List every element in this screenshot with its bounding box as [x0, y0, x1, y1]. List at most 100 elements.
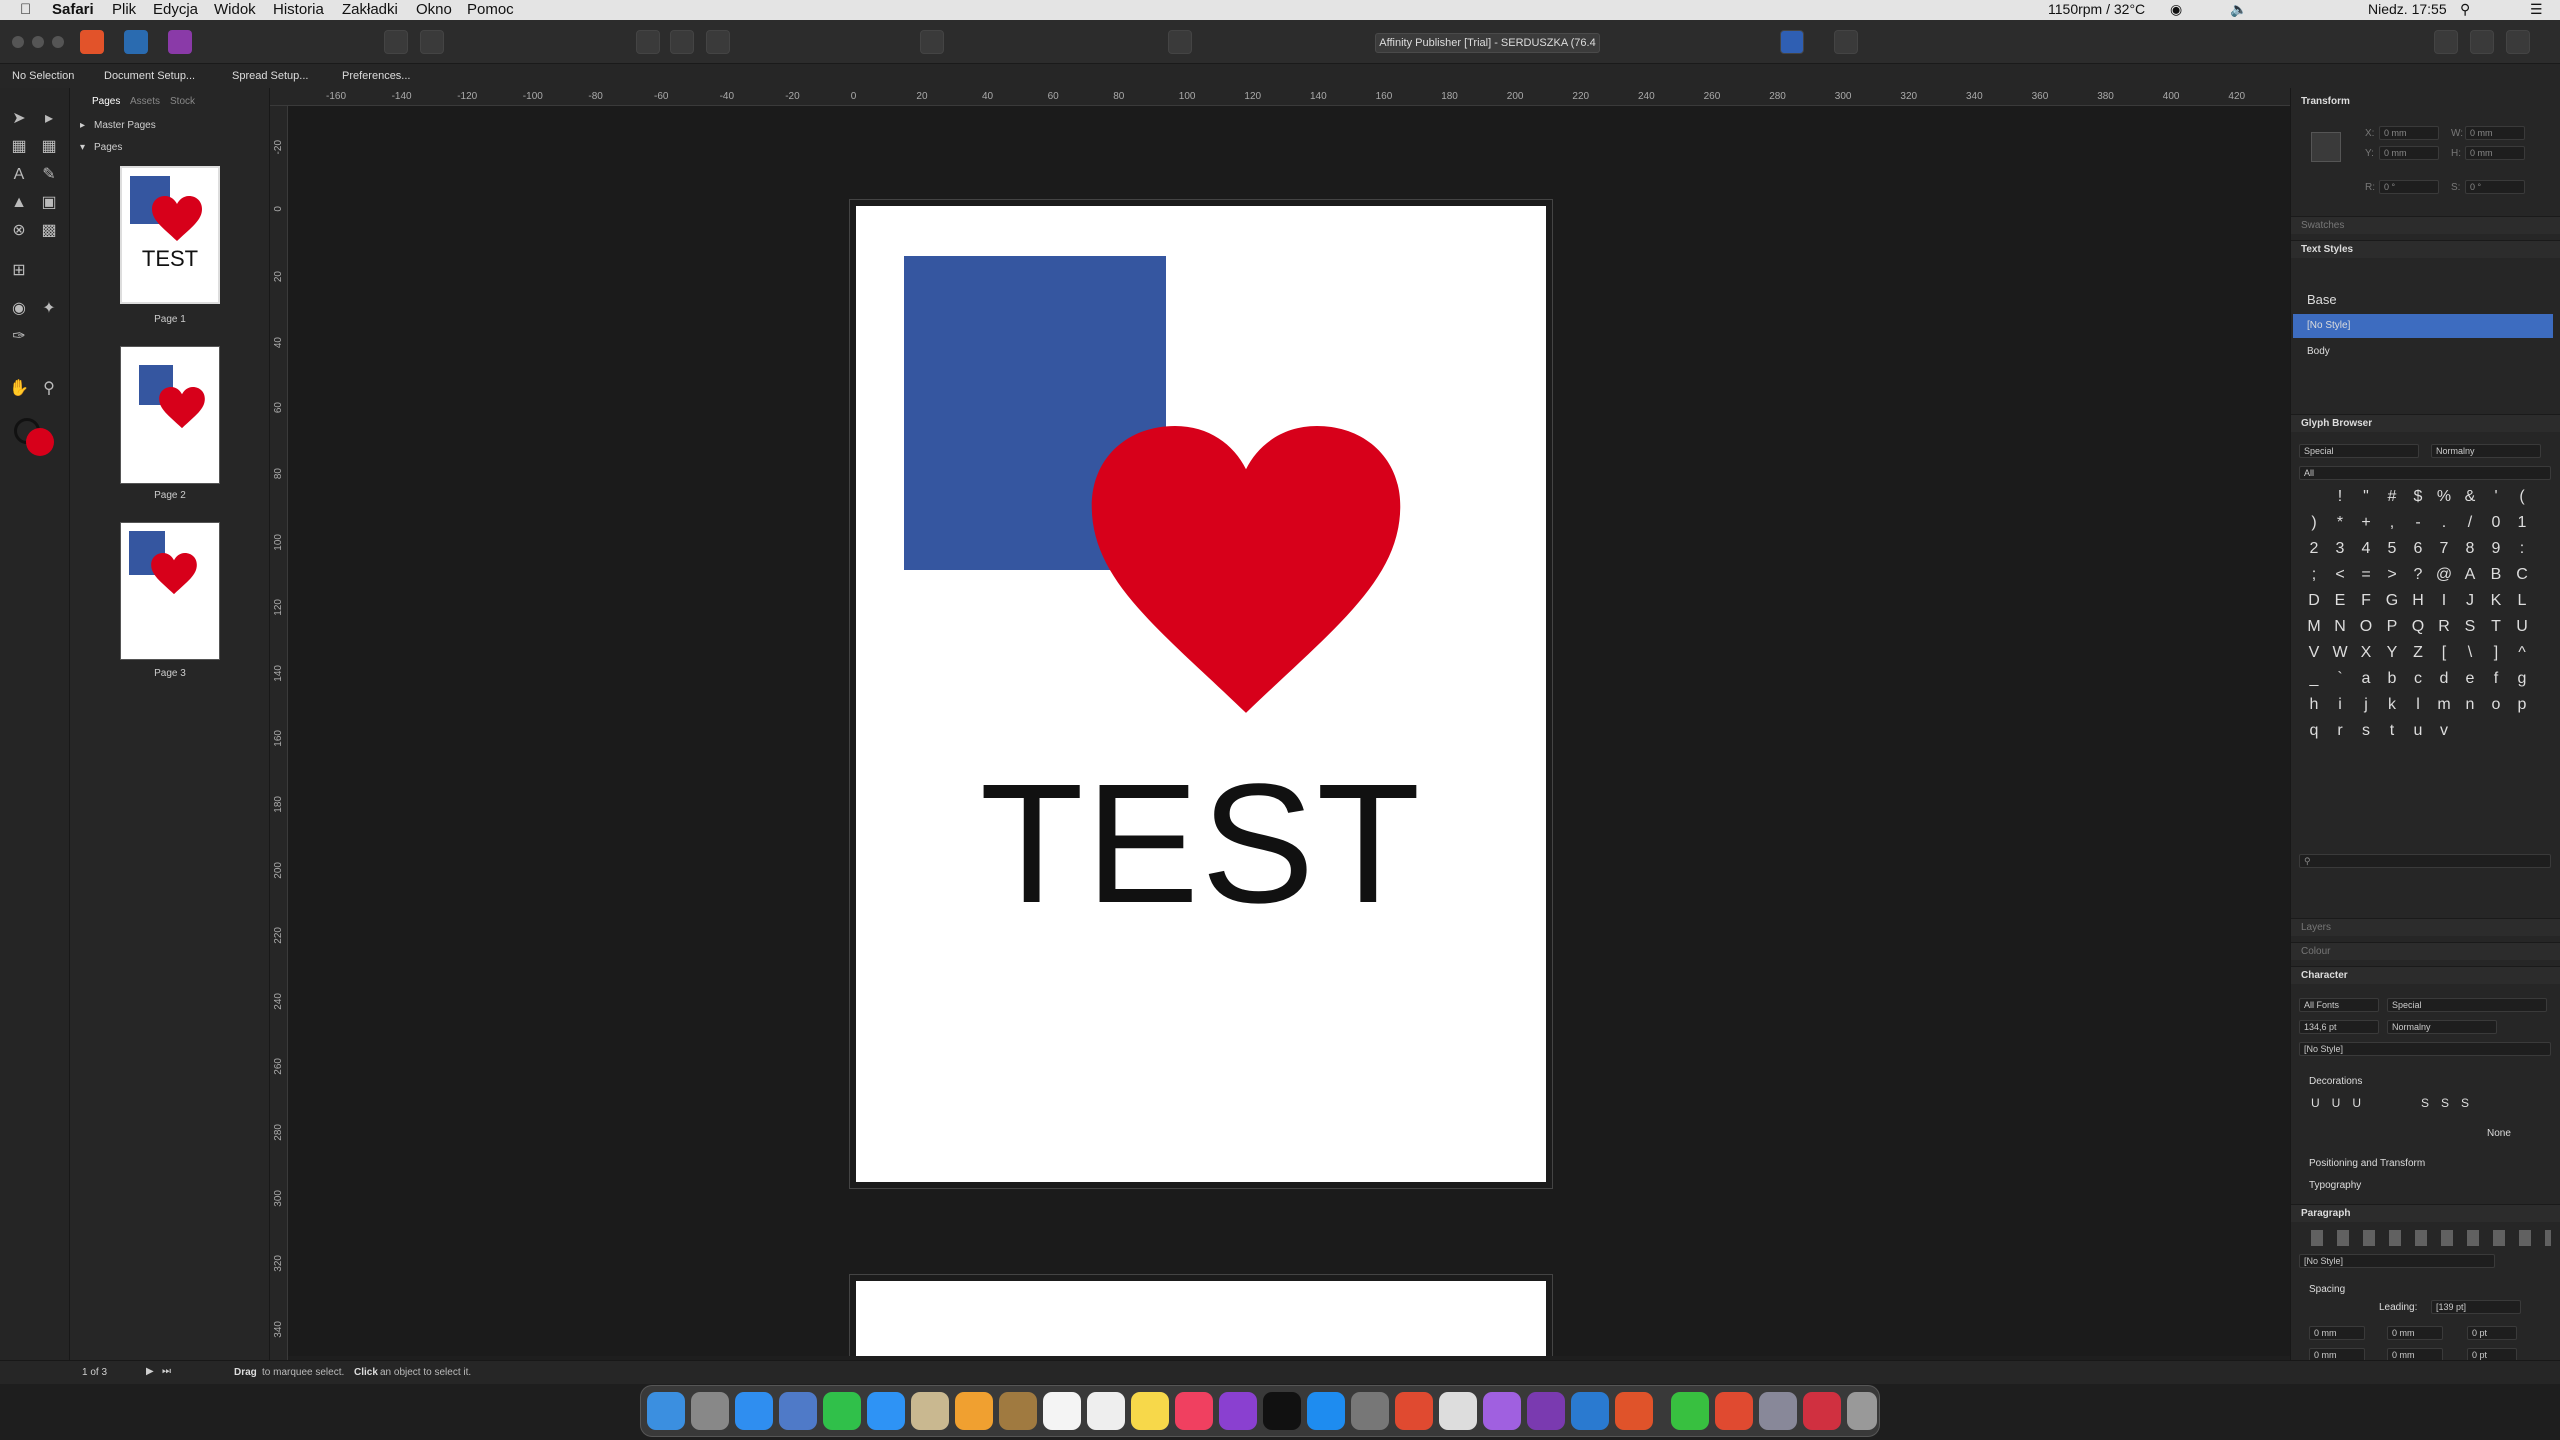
chrome-2-icon[interactable] [1715, 1392, 1753, 1430]
fill-icon[interactable] [1834, 30, 1858, 54]
glyph-cell[interactable]: Q [2405, 618, 2431, 636]
document-setup-button[interactable]: Document Setup... [104, 70, 195, 82]
glyph-search-field[interactable]: ⚲ [2299, 854, 2551, 868]
search-icon[interactable]: ⚲ [2460, 1, 2470, 18]
page-thumbnail-1[interactable]: TEST [120, 166, 220, 304]
glyph-cell[interactable]: R [2431, 618, 2457, 636]
tab-pages[interactable]: Pages [92, 96, 120, 107]
view-options-icon[interactable] [706, 30, 730, 54]
contacts-icon[interactable] [999, 1392, 1037, 1430]
font-collection-select[interactable]: All Fonts [2299, 998, 2379, 1012]
page-thumbnail-2[interactable] [120, 346, 220, 484]
strike-buttons[interactable]: SSS [2421, 1096, 2481, 1110]
canvas[interactable]: TEST [288, 106, 2290, 1356]
app-store-icon[interactable] [1307, 1392, 1345, 1430]
menu-okno[interactable]: Okno [416, 1, 452, 18]
y-field[interactable]: 0 mm [2379, 146, 2439, 160]
photo-booth-icon[interactable] [1803, 1392, 1841, 1430]
studio-icon-3[interactable] [2506, 30, 2530, 54]
system-preferences-icon[interactable] [1351, 1392, 1389, 1430]
glyph-cell[interactable]: " [2353, 488, 2379, 506]
menu-historia[interactable]: Historia [273, 1, 324, 18]
glyph-cell[interactable]: u [2405, 722, 2431, 740]
glyph-cell[interactable]: D [2301, 592, 2327, 610]
heart-shape[interactable] [1091, 426, 1401, 716]
glyph-cell[interactable]: ? [2405, 566, 2431, 584]
next-page-icon[interactable]: ▶ [146, 1366, 154, 1377]
hand-tool-icon[interactable]: ✋ [8, 378, 30, 400]
horizontal-ruler[interactable]: -160 -140 -120 -100 -80 -60 -40 -20 0 20 40 60 80 100… [270, 88, 2290, 106]
preflight-icon[interactable] [420, 30, 444, 54]
glyph-cell[interactable]: n [2457, 696, 2483, 714]
glyph-cell[interactable]: b [2379, 670, 2405, 688]
glyph-cell[interactable]: K [2483, 592, 2509, 610]
leading-field[interactable]: [139 pt] [2431, 1300, 2521, 1314]
paragraph-style-select[interactable]: [No Style] [2299, 1254, 2495, 1268]
photo-persona-icon[interactable] [168, 30, 192, 54]
glyph-cell[interactable]: 4 [2353, 540, 2379, 558]
tab-assets[interactable]: Assets [130, 96, 160, 107]
affinity-publisher-icon[interactable] [1615, 1392, 1653, 1430]
glyph-cell[interactable]: [ [2431, 644, 2457, 662]
glyph-cell[interactable]: ' [2483, 488, 2509, 506]
space-before-field[interactable]: 0 pt [2467, 1326, 2517, 1340]
text-styles-header[interactable]: Text Styles [2291, 240, 2560, 258]
glyph-cell[interactable]: g [2509, 670, 2535, 688]
chrome-icon[interactable] [1395, 1392, 1433, 1430]
glyph-cell[interactable]: d [2431, 670, 2457, 688]
affinity-designer-icon[interactable] [1571, 1392, 1609, 1430]
paragraph-header[interactable]: Paragraph [2291, 1204, 2560, 1222]
zoom-window-button[interactable] [52, 36, 64, 48]
decoration-buttons[interactable]: UUU [2311, 1096, 2373, 1110]
expand-pages-icon[interactable]: ▾ [80, 142, 85, 153]
finder-icon[interactable] [647, 1392, 685, 1430]
indent-left-field[interactable]: 0 mm [2309, 1326, 2365, 1340]
glyph-cell[interactable]: E [2327, 592, 2353, 610]
h-field[interactable]: 0 mm [2465, 146, 2525, 160]
character-header[interactable]: Character [2291, 966, 2560, 984]
glyph-cell[interactable]: a [2353, 670, 2379, 688]
zoom-tool-icon[interactable]: ⚲ [38, 378, 60, 400]
menu-plik[interactable]: Plik [112, 1, 136, 18]
glyph-cell[interactable]: ^ [2509, 644, 2535, 662]
triangle-tool-icon[interactable]: ▲ [8, 192, 30, 214]
glyph-cell[interactable]: * [2327, 514, 2353, 532]
glyph-cell[interactable]: H [2405, 592, 2431, 610]
glyph-cell[interactable]: & [2457, 488, 2483, 506]
close-window-button[interactable] [12, 36, 24, 48]
x-field[interactable]: 0 mm [2379, 126, 2439, 140]
text-frame-tool-icon[interactable]: ▦ [8, 136, 30, 158]
glyph-cell[interactable]: ) [2301, 514, 2327, 532]
glyph-cell[interactable]: Z [2405, 644, 2431, 662]
apple-menu-icon[interactable]:  [20, 1, 31, 18]
spacing-title[interactable]: Spacing [2309, 1284, 2345, 1295]
menu-pomoc[interactable]: Pomoc [467, 1, 514, 18]
glyph-cell[interactable]: ` [2327, 670, 2353, 688]
glyph-cell[interactable]: 1 [2509, 514, 2535, 532]
clock[interactable]: Niedz. 17:55 [2368, 1, 2447, 17]
node-tool-icon[interactable]: ▸ [38, 108, 60, 130]
calendar-icon[interactable] [1043, 1392, 1081, 1430]
glyph-cell[interactable]: Y [2379, 644, 2405, 662]
glyph-cell[interactable]: 5 [2379, 540, 2405, 558]
maps-icon[interactable] [911, 1392, 949, 1430]
glyph-cell[interactable]: . [2431, 514, 2457, 532]
wifi-icon[interactable]: ◉ [2170, 1, 2182, 18]
safari-icon[interactable] [735, 1392, 773, 1430]
stats-readout[interactable]: 1150rpm / 32°C [2048, 1, 2145, 17]
glyph-cell[interactable]: N [2327, 618, 2353, 636]
spread-setup-button[interactable]: Spread Setup... [232, 70, 308, 82]
eye-icon[interactable] [1168, 30, 1192, 54]
glyph-cell[interactable]: r [2327, 722, 2353, 740]
glyph-grid[interactable]: ! " # $% & '() * +, -./0 1 2 3 4 5 6 7 8 9:; < = >? @ A B C D E F G H… [2297, 488, 2553, 848]
glyph-cell[interactable]: f [2483, 670, 2509, 688]
fill-color-well[interactable] [26, 428, 54, 456]
preview-mode-icon[interactable] [670, 30, 694, 54]
eyedropper-tool-icon[interactable]: ✑ [8, 326, 30, 348]
expand-master-icon[interactable]: ▸ [80, 120, 85, 131]
color-app-icon[interactable] [1483, 1392, 1521, 1430]
swatches-header[interactable]: Swatches [2291, 216, 2560, 234]
reminders-icon[interactable] [1087, 1392, 1125, 1430]
glyph-subset-select[interactable]: All [2299, 466, 2551, 480]
glyph-cell[interactable]: s [2353, 722, 2379, 740]
